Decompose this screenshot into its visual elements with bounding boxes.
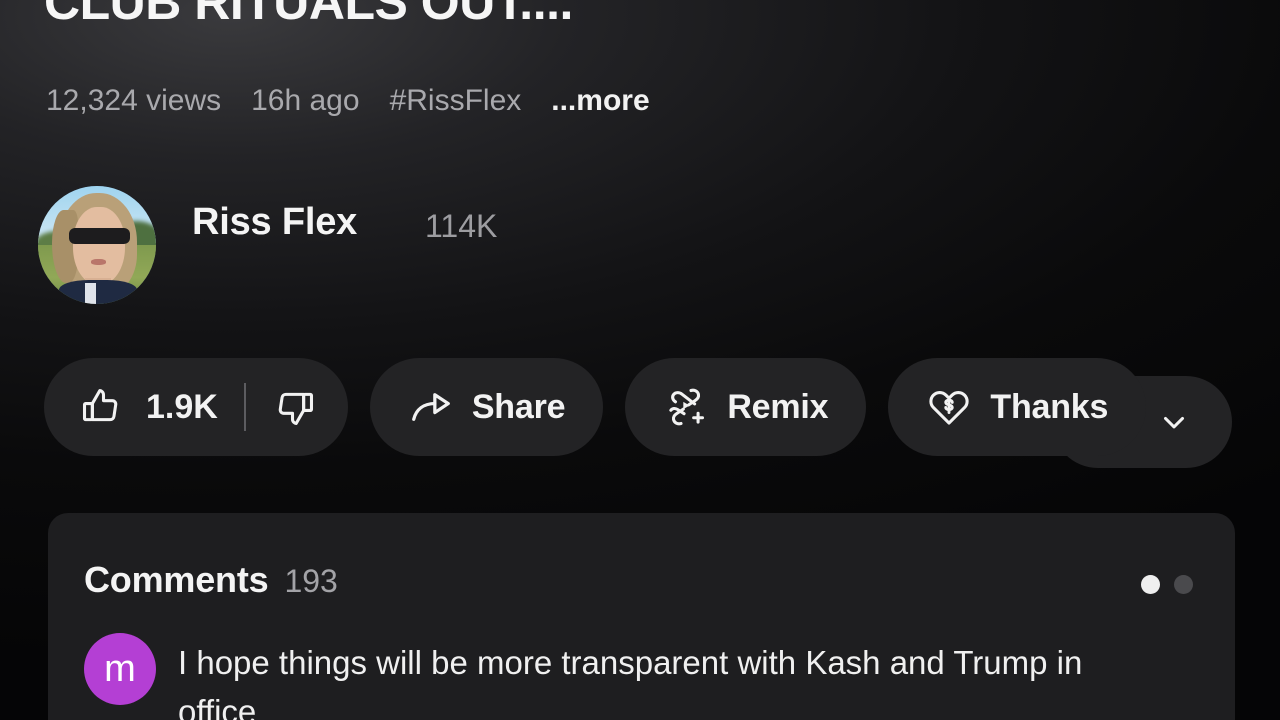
comments-title: Comments [84,559,269,600]
like-dislike-pill: 1.9K [44,358,348,456]
view-count: 12,324 views [46,84,222,117]
avatar-shirt-stripe [85,282,96,304]
thumbs-up-icon[interactable] [78,384,124,430]
show-more-button[interactable]: ...more [551,84,649,118]
channel-avatar[interactable] [38,186,156,304]
upload-age: 16h ago [251,84,360,117]
comment-author-avatar: m [84,633,156,705]
pagination-dot-active[interactable] [1141,575,1160,594]
avatar-shirt [59,280,138,304]
thumbs-down-icon[interactable] [272,384,318,430]
avatar-mouth [91,259,107,266]
share-button[interactable]: Share [369,358,604,456]
comment-text: I hope things will be more transparent w… [178,644,1083,720]
comments-pagination[interactable] [1141,575,1193,594]
comments-count: 193 [284,563,338,599]
hashtag-link[interactable]: #RissFlex [390,84,522,118]
chevron-down-icon [1157,405,1191,439]
channel-row: Riss Flex 114K [0,186,1280,468]
like-count: 1.9K [146,387,218,426]
video-watch-screen: CLUB RITUALS OUT.... 12,324 views 16h ag… [0,0,1280,720]
share-arrow-icon [408,384,454,430]
share-label: Share [471,387,566,426]
avatar-sunglasses [68,228,131,244]
heart-dollar-icon [926,384,972,430]
video-title[interactable]: CLUB RITUALS OUT.... [44,0,1224,32]
remix-icon [663,384,709,430]
comments-card[interactable]: Comments 193 m I hope things will be mor… [48,513,1235,720]
avatar-face [73,207,126,286]
comment-avatar-initial: m [104,648,136,690]
remix-label: Remix [727,387,829,426]
action-buttons-row: 1.9K Share Remix Thanks [44,358,1147,456]
video-metadata-row[interactable]: 12,324 views 16h ago #RissFlex ...more [46,84,650,118]
comment-preview-item[interactable]: m I hope things will be more transparent… [84,633,1211,720]
channel-name[interactable]: Riss Flex [192,201,357,244]
remix-button[interactable]: Remix [625,358,867,456]
pagination-dot-inactive[interactable] [1174,575,1193,594]
subscriber-count: 114K [425,208,498,244]
comments-header: Comments 193 [84,559,338,601]
thanks-button[interactable]: Thanks [888,358,1147,456]
thanks-label: Thanks [990,387,1109,426]
like-dislike-divider [243,383,246,431]
